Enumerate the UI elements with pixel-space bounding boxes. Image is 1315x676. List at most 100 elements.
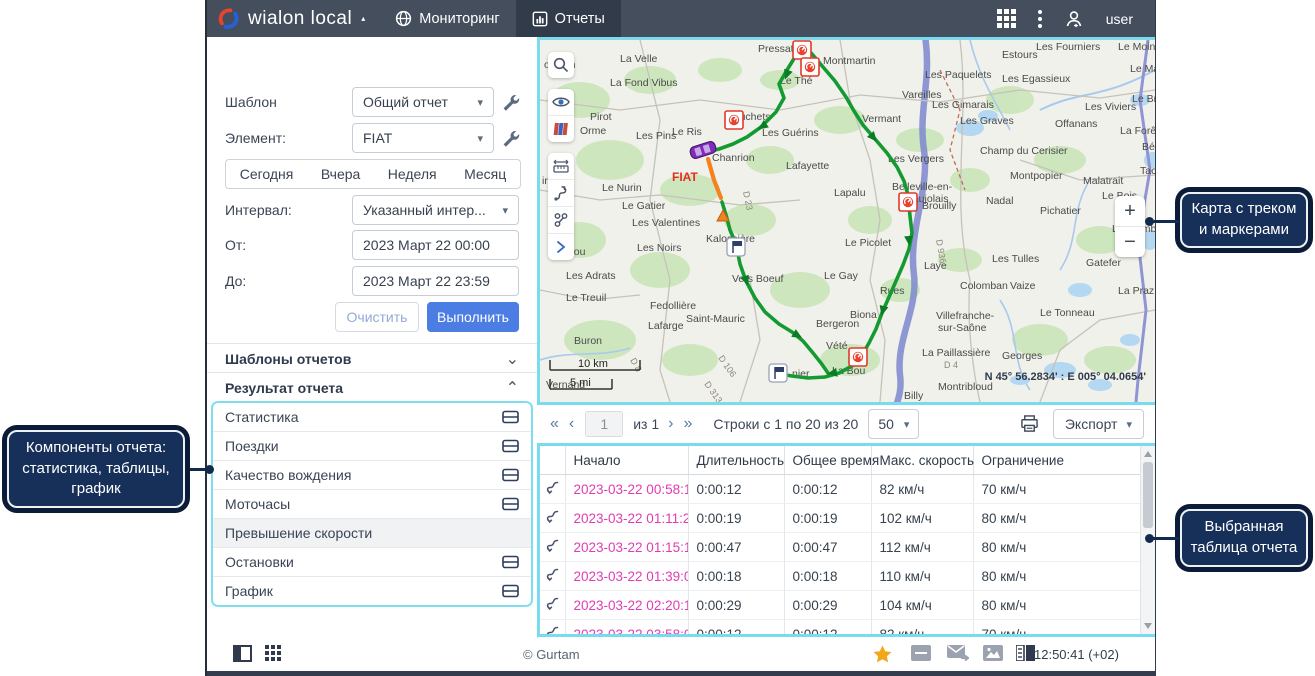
cell-start-time[interactable]: 2023-03-22 03:58:09 [565,620,688,638]
report-component-item-4[interactable]: Моточасы [213,490,531,519]
table-icon[interactable] [502,468,519,482]
report-component-item-6[interactable]: Остановки [213,548,531,577]
ruler-icon[interactable] [548,153,574,179]
report-component-item-1[interactable]: Статистика [213,403,531,432]
user-name[interactable]: user [1106,11,1133,27]
more-menu-icon[interactable] [1038,10,1042,28]
report-component-item-3[interactable]: Качество вождения [213,461,531,490]
row-track-icon[interactable] [540,591,565,620]
annotation-components-dot [205,465,214,474]
track-route-icon[interactable] [548,179,574,206]
cell-value: 80 км/ч [973,591,1141,620]
report-component-item-5[interactable]: Превышение скорости [213,519,531,548]
map-place-label: Le Gatier [622,200,666,212]
column-header[interactable]: Начало [565,446,688,475]
cell-start-time[interactable]: 2023-03-22 01:39:08 [565,562,688,591]
flag-marker[interactable] [769,364,787,382]
unit-select[interactable]: FIAT▾ [352,123,494,153]
search-icon[interactable] [548,52,574,78]
first-page-button[interactable]: « [545,415,564,433]
map[interactable]: PressatMontmartinEstoursLes FourniersLe … [537,37,1156,405]
scroll-up-arrow[interactable] [1144,451,1152,457]
column-header[interactable]: Длительность [688,446,784,475]
clock: 12:50:41 (+02) [1034,647,1119,662]
speeding-marker[interactable] [801,58,819,76]
interval-select[interactable]: Указанный интер...▾ [352,195,519,225]
speeding-marker[interactable] [849,348,867,366]
quick-range-button-2[interactable]: Вчера [317,166,365,182]
visibility-eye-icon[interactable] [548,89,574,115]
map-canvas[interactable]: PressatMontmartinEstoursLes FourniersLe … [540,40,1155,402]
last-page-button[interactable]: » [678,415,697,433]
row-track-icon[interactable] [540,475,565,504]
gallery-image-icon[interactable] [983,645,1003,666]
to-datetime-input[interactable]: 2023 Март 22 23:59 [352,266,519,296]
table-icon[interactable] [502,410,519,424]
export-button[interactable]: Экспорт▾ [1053,409,1144,439]
map-place-label: Les Valentines [632,217,700,229]
map-source-icon[interactable] [548,115,574,142]
column-header[interactable]: Общее время [784,446,871,475]
annotation-table-connector [1152,537,1179,540]
row-track-icon[interactable] [540,504,565,533]
next-page-button[interactable]: › [663,415,678,433]
scroll-down-arrow[interactable] [1144,623,1152,629]
page-size-select[interactable]: 50▾ [868,409,919,439]
page-number-input[interactable]: 1 [585,411,623,437]
apps-grid-icon[interactable] [997,9,1016,28]
report-table: Начало Длительность Общее время Макс. ск… [537,443,1156,637]
template-settings-wrench-icon[interactable] [500,92,520,112]
cell-start-time[interactable]: 2023-03-22 02:20:14 [565,591,688,620]
quick-range-button-4[interactable]: Месяц [460,166,510,182]
chevron-down-icon: ▾ [477,132,483,145]
map-place-label: Le Nurin [602,182,642,194]
map-place-label: Lapalu [834,187,866,199]
speeding-marker[interactable] [899,193,917,211]
column-header[interactable]: Макс. скорость [871,446,973,475]
table-icon[interactable] [502,584,519,598]
favorites-star-icon[interactable] [873,645,892,668]
quick-range-button-1[interactable]: Сегодня [236,166,298,182]
report-component-item-2[interactable]: Поездки [213,432,531,461]
user-icon[interactable] [1064,9,1084,29]
column-header[interactable]: Ограничение [973,446,1141,475]
prev-page-button[interactable]: ‹ [564,415,579,433]
from-datetime-input[interactable]: 2023 Март 22 00:00 [352,230,519,260]
zoom-in-button[interactable]: + [1115,196,1145,227]
geofence-nodes-icon[interactable] [548,206,574,233]
unit-settings-wrench-icon[interactable] [500,128,520,148]
speeding-marker[interactable] [725,111,743,129]
cell-start-time[interactable]: 2023-03-22 01:11:21 [565,504,688,533]
flag-marker[interactable] [727,238,745,256]
row-track-icon[interactable] [540,620,565,638]
print-button[interactable] [1020,415,1039,433]
speeding-table: Начало Длительность Общее время Макс. ск… [540,446,1141,637]
expand-tools-chevron-icon[interactable] [548,233,574,260]
tab-reports[interactable]: Отчеты [516,0,621,37]
cell-start-time[interactable]: 2023-03-22 00:58:11 [565,475,688,504]
toggle-panel-icon[interactable] [233,645,252,667]
apps-grid-icon[interactable] [265,645,282,667]
zoom-out-button[interactable]: − [1115,227,1145,257]
speeding-marker[interactable] [793,41,811,59]
row-track-icon[interactable] [540,533,565,562]
chevron-down-icon: ⌄ [506,349,519,368]
cell-start-time[interactable]: 2023-03-22 01:15:15 [565,533,688,562]
tab-monitoring[interactable]: Мониторинг [379,0,515,37]
table-icon[interactable] [502,555,519,569]
quick-range-button-3[interactable]: Неделя [384,166,441,182]
template-select[interactable]: Общий отчет▾ [352,87,494,117]
notifications-card-icon[interactable] [911,645,931,666]
row-track-icon[interactable] [540,562,565,591]
map-zoom-control: + − [1115,196,1145,257]
scrollbar-thumb[interactable] [1143,462,1153,528]
section-report-templates[interactable]: Шаблоны отчетов ⌄ [207,343,537,373]
split-view-icon[interactable] [1016,645,1035,666]
section-report-result[interactable]: Результат отчета ⌃ [207,372,537,402]
execute-button[interactable]: Выполнить [427,302,519,332]
table-icon[interactable] [502,497,519,511]
messages-envelope-icon[interactable] [947,645,969,666]
clear-button[interactable]: Очистить [335,302,419,332]
report-component-item-7[interactable]: График [213,577,531,605]
table-icon[interactable] [502,439,519,453]
